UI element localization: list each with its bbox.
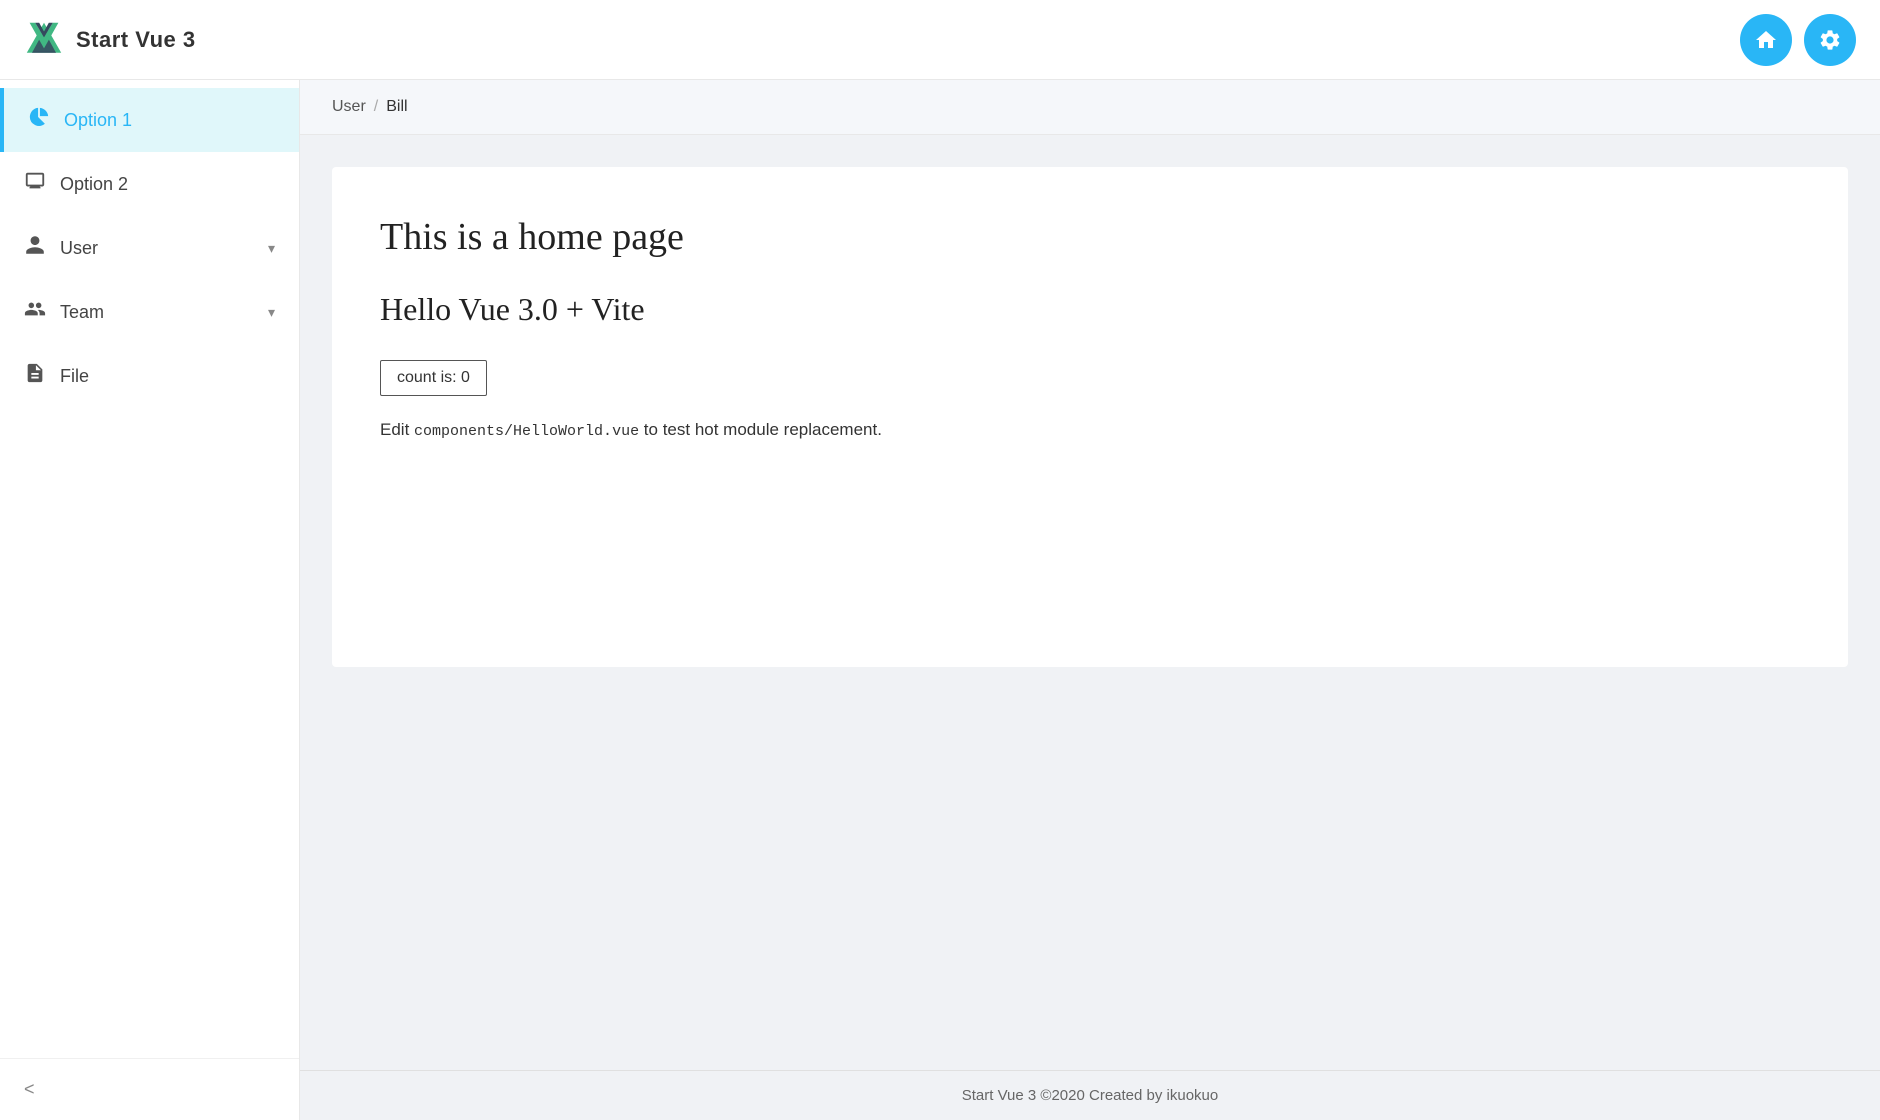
file-icon (24, 362, 46, 390)
chevron-down-icon-team: ▾ (268, 304, 275, 321)
content-card: This is a home page Hello Vue 3.0 + Vite… (332, 167, 1848, 667)
breadcrumb-current: Bill (386, 98, 407, 116)
person-icon (24, 234, 46, 262)
count-button[interactable]: count is: 0 (380, 360, 487, 396)
sidebar-item-option1[interactable]: Option 1 (0, 88, 299, 152)
sidebar-item-user[interactable]: User ▾ (0, 216, 299, 280)
sidebar-collapse-button[interactable]: < (0, 1058, 299, 1120)
header-right (1740, 14, 1856, 66)
page-heading: This is a home page (380, 215, 1800, 259)
chevron-down-icon: ▾ (268, 240, 275, 257)
vue-logo (24, 20, 64, 60)
collapse-icon: < (24, 1079, 35, 1100)
sidebar-nav: Option 1 Option 2 (0, 80, 299, 1058)
sidebar-item-team[interactable]: Team ▾ (0, 280, 299, 344)
sidebar-item-option1-label: Option 1 (64, 110, 132, 131)
header: Start Vue 3 (0, 0, 1880, 80)
breadcrumb: User / Bill (300, 80, 1880, 135)
gear-icon (1818, 28, 1842, 52)
app-title: Start Vue 3 (76, 27, 196, 53)
sidebar-item-file-label: File (60, 366, 89, 387)
footer: Start Vue 3 ©2020 Created by ikuokuo (300, 1070, 1880, 1120)
sidebar-item-option2-label: Option 2 (60, 174, 128, 195)
home-button[interactable] (1740, 14, 1792, 66)
app-container: Start Vue 3 (0, 0, 1880, 1120)
settings-button[interactable] (1804, 14, 1856, 66)
breadcrumb-parent: User (332, 98, 366, 116)
sidebar-item-user-label: User (60, 238, 98, 259)
people-icon (24, 298, 46, 326)
monitor-icon (24, 170, 46, 198)
page-subheading: Hello Vue 3.0 + Vite (380, 291, 1800, 328)
breadcrumb-separator: / (374, 98, 378, 116)
main-content: User / Bill This is a home page Hello Vu… (300, 80, 1880, 1120)
sidebar-item-team-label: Team (60, 302, 104, 323)
edit-hint: Edit components/HelloWorld.vue to test h… (380, 416, 1800, 444)
edit-hint-prefix: Edit (380, 420, 414, 439)
header-left: Start Vue 3 (24, 20, 196, 60)
page-area: This is a home page Hello Vue 3.0 + Vite… (300, 135, 1880, 1070)
edit-hint-code: components/HelloWorld.vue (414, 423, 639, 440)
footer-text: Start Vue 3 ©2020 Created by ikuokuo (962, 1087, 1219, 1104)
body-container: Option 1 Option 2 (0, 80, 1880, 1120)
sidebar-item-file[interactable]: File (0, 344, 299, 408)
chart-pie-icon (28, 106, 50, 134)
home-icon (1754, 28, 1778, 52)
sidebar: Option 1 Option 2 (0, 80, 300, 1120)
sidebar-item-option2[interactable]: Option 2 (0, 152, 299, 216)
edit-hint-suffix: to test hot module replacement. (639, 420, 882, 439)
